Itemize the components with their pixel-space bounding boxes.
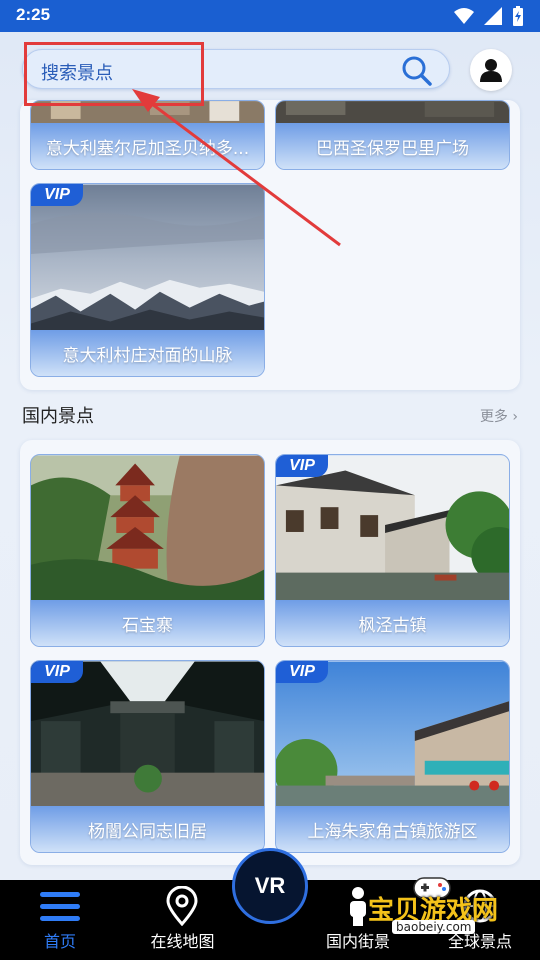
scenic-card[interactable]: 石宝寨 <box>30 454 265 647</box>
tab-online-map[interactable]: 在线地图 <box>140 880 225 960</box>
vr-button[interactable]: VR <box>232 848 308 924</box>
menu-icon <box>40 892 80 921</box>
card-title: 意大利村庄对面的山脉 <box>31 330 264 376</box>
scenic-card[interactable]: VIP 上海朱家角古镇旅游区 <box>275 660 510 853</box>
scenic-photo <box>276 661 509 808</box>
more-link[interactable]: 更多 › <box>480 406 518 426</box>
more-link-label: 更多 <box>479 409 508 425</box>
card-title: 上海朱家角古镇旅游区 <box>276 806 509 852</box>
vip-badge: VIP <box>31 661 83 683</box>
watermark: 宝贝游戏网 baobeiy.com <box>350 872 540 942</box>
tab-label: 在线地图 <box>150 932 215 951</box>
chevron-right-icon: › <box>512 409 518 425</box>
scenic-card[interactable]: VIP 杨闇公同志旧居 <box>30 660 265 853</box>
card-title: 石宝寨 <box>31 600 264 646</box>
location-pin-icon <box>166 886 198 926</box>
card-title: 杨闇公同志旧居 <box>31 806 264 852</box>
scenic-photo <box>276 455 509 602</box>
annotation-arrow <box>132 89 341 247</box>
card-title: 枫泾古镇 <box>276 600 509 646</box>
tab-home[interactable]: 首页 <box>20 880 100 960</box>
vip-badge: VIP <box>276 661 328 683</box>
watermark-url: baobeiy.com <box>392 920 476 934</box>
scenic-card[interactable]: VIP 枫泾古镇 <box>275 454 510 647</box>
scenic-photo <box>31 661 264 808</box>
section-title-domestic: 国内景点 <box>22 406 94 427</box>
tab-label: 首页 <box>43 932 76 951</box>
vip-badge: VIP <box>276 455 328 477</box>
scenic-photo <box>31 455 264 602</box>
